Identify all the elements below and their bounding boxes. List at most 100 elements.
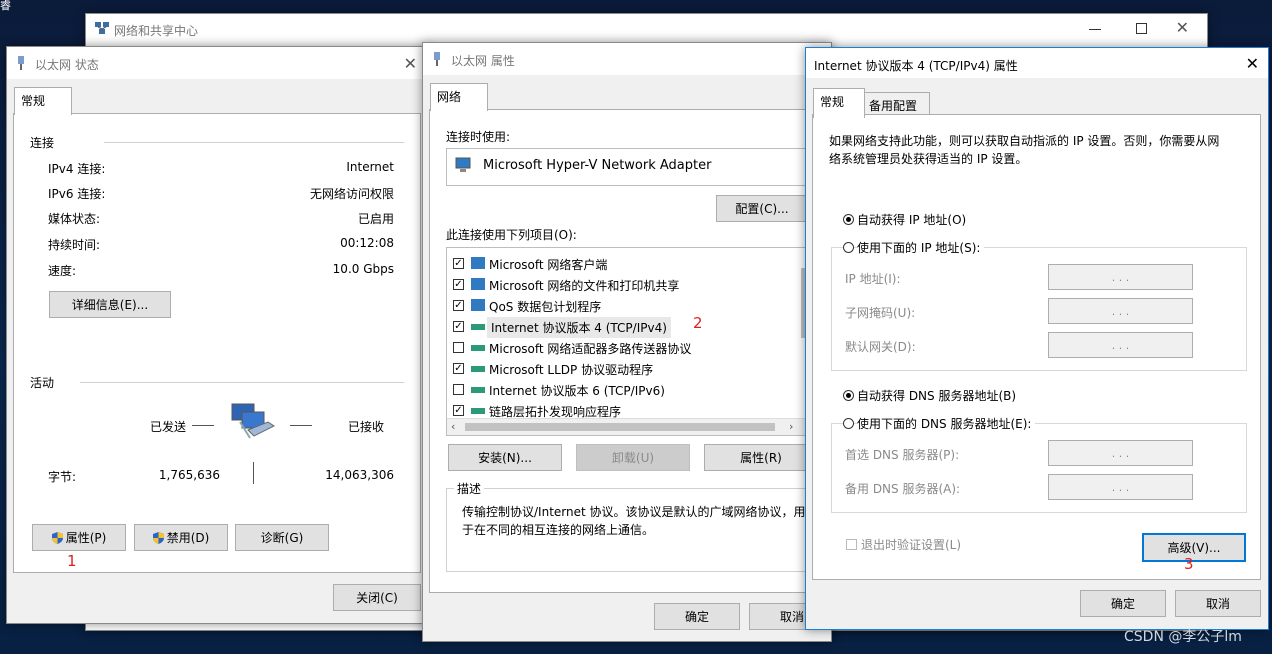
manual-ip-radio[interactable] [843,242,854,253]
uninstall-button: 卸载(U) [576,444,690,471]
window-title: 以太网 状态 [35,58,99,72]
item-checkbox[interactable]: ✓ [453,258,464,269]
ok-button[interactable]: 确定 [1080,590,1166,617]
adapter-box: Microsoft Hyper-V Network Adapter [446,148,828,186]
diagnose-button[interactable]: 诊断(G) [235,524,329,551]
auto-ip-radio[interactable] [843,214,854,225]
tab-panel: 如果网络支持此功能，则可以获取自动指派的 IP 设置。否则，你需要从网 络系统管… [812,114,1261,580]
item-label: Microsoft 网络客户端 [489,258,608,272]
uninstall-button-label: 卸载(U) [611,451,655,465]
item-label: QoS 数据包计划程序 [489,300,602,314]
configure-button-label: 配置(C)... [735,202,789,216]
item-checkbox[interactable]: ✓ [453,405,464,416]
alternate-dns-label: 备用 DNS 服务器(A): [845,482,961,496]
uac-shield-icon [51,531,63,544]
items-list[interactable]: ✓ Microsoft 网络客户端 ✓ Microsoft 网络的文件和打印机共… [446,247,806,436]
advanced-button[interactable]: 高级(V)... [1142,533,1246,562]
item-checkbox[interactable] [453,342,464,353]
properties-button[interactable]: 属性(P) [32,524,126,551]
item-properties-button[interactable]: 属性(R) [704,444,818,471]
row-value: 已启用 [357,212,394,226]
item-checkbox[interactable]: ✓ [453,300,464,311]
protocol-icon [471,408,485,414]
alternate-dns-field: . . . [1048,474,1193,500]
ok-button[interactable]: 确定 [654,603,740,630]
preferred-dns-field: . . . [1048,440,1193,466]
advanced-button-label: 高级(V)... [1167,541,1221,555]
window-title: 以太网 属性 [451,54,515,68]
manual-dns-radio[interactable] [843,418,854,429]
tab-panel: 连接时使用: Microsoft Hyper-V Network Adapter… [429,109,829,593]
item-label: Microsoft LLDP 协议驱动程序 [489,363,654,377]
field-dots: . . . [1111,338,1130,352]
item-checkbox[interactable]: ✓ [453,279,464,290]
items-label: 此连接使用下列项目(O): [446,228,577,242]
scroll-right-icon[interactable]: › [789,420,793,433]
row-label: IPv6 连接: [48,187,106,201]
maximize-button[interactable] [1136,23,1147,34]
horizontal-scrollbar[interactable]: ‹ › [447,418,805,435]
tab-panel: 连接 IPv4 连接: Internet IPv6 连接: 无网络访问权限 媒体… [13,113,421,573]
annotation-number: 2 [693,314,703,332]
row-label: 速度: [48,264,77,278]
adapter-name: Microsoft Hyper-V Network Adapter [483,158,712,173]
intro-line: 络系统管理员处获得适当的 IP 设置。 [829,152,1028,166]
titlebar: Internet 协议版本 4 (TCP/IPv4) 属性 ✕ [806,48,1268,78]
protocol-icon [471,345,485,351]
bytes-divider [253,462,254,484]
row-label: 媒体状态: [48,212,101,226]
protocol-icon [471,366,485,372]
ok-button-label: 确定 [1110,597,1135,611]
protocol-icon [471,387,485,393]
item-checkbox[interactable]: ✓ [453,363,464,374]
description-line: 于在不同的相互连接的网络上通信。 [462,523,655,537]
properties-button-label: 属性(P) [65,531,107,545]
description-group-label: 描述 [454,480,485,497]
install-button[interactable]: 安装(N)... [448,444,562,471]
gateway-label: 默认网关(D): [845,340,916,354]
configure-button[interactable]: 配置(C)... [716,195,808,222]
cancel-button[interactable]: 取消 [1175,590,1261,617]
field-dots: . . . [1111,304,1130,318]
auto-dns-radio[interactable] [843,390,854,401]
item-checkbox[interactable] [453,384,464,395]
close-button[interactable]: 关闭(C) [333,584,421,611]
subnet-mask-label: 子网掩码(U): [845,306,916,320]
ethernet-status-window: 以太网 状态 ✕ 常规 连接 IPv4 连接: Internet IPv6 连接… [6,46,428,624]
close-icon[interactable]: ✕ [1176,18,1189,37]
details-button[interactable]: 详细信息(E)... [49,291,171,318]
field-dots: . . . [1111,480,1130,494]
field-dots: . . . [1111,270,1130,284]
tab-network[interactable]: 网络 [430,83,488,111]
window-title: 网络和共享中心 [114,24,199,38]
disable-button[interactable]: 禁用(D) [134,524,228,551]
bytes-sent-value: 1,765,636 [158,468,220,482]
group-divider [80,382,404,383]
manual-ip-label: 使用下面的 IP 地址(S): [857,239,985,256]
close-icon[interactable]: ✕ [404,54,417,73]
ipv4-properties-window: Internet 协议版本 4 (TCP/IPv4) 属性 ✕ 常规 备用配置 … [805,47,1269,630]
ok-button-label: 确定 [684,610,709,624]
validate-checkbox [846,539,857,550]
qos-icon [471,299,485,311]
scroll-left-icon[interactable]: ‹ [451,420,455,433]
bytes-label: 字节: [48,470,77,484]
minimize-button[interactable] [1089,29,1101,30]
intro-line: 如果网络支持此功能，则可以获取自动指派的 IP 设置。否则，你需要从网 [829,134,1220,148]
tab-general[interactable]: 常规 [813,88,865,118]
row-value: 00:12:08 [340,236,394,250]
item-checkbox[interactable]: ✓ [453,321,464,332]
tab-label: 备用配置 [869,99,918,113]
connect-using-label: 连接时使用: [446,130,511,144]
tab-general[interactable]: 常规 [14,87,72,115]
description-line: 传输控制协议/Internet 协议。该协议是默认的广域网络协议，用 [462,505,806,519]
adapter-icon [455,157,471,172]
row-label: 持续时间: [48,238,101,252]
item-label: Internet 协议版本 4 (TCP/IPv4) [487,317,671,338]
close-icon[interactable]: ✕ [1246,54,1259,73]
protocol-icon [471,324,485,330]
scroll-thumb[interactable] [465,423,775,431]
cancel-button-label: 取消 [1205,597,1230,611]
validate-label: 退出时验证设置(L) [861,538,962,552]
details-button-label: 详细信息(E)... [71,298,149,312]
